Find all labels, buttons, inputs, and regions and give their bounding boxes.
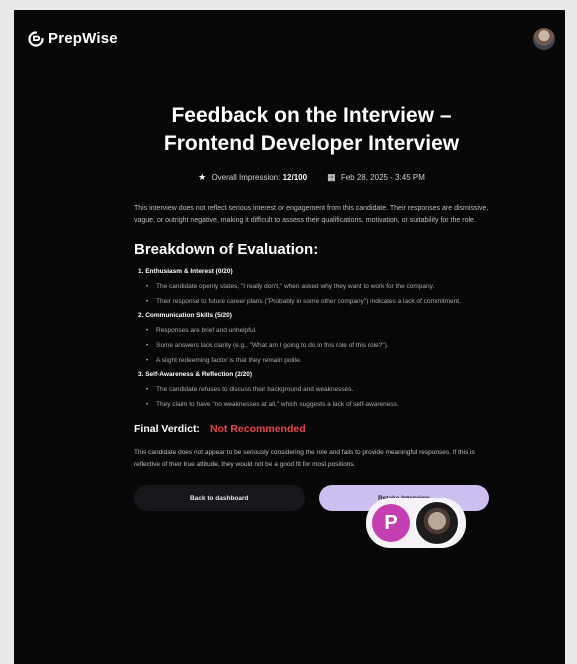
page-title: Feedback on the Interview – Frontend Dev…: [134, 90, 489, 158]
calendar-icon: ▦: [327, 172, 336, 182]
page-title-line-1: Feedback on the Interview –: [171, 104, 452, 127]
verdict-explanation: This candidate does not appear to be ser…: [134, 449, 475, 468]
bullet-item: The candidate refuses to discuss their b…: [134, 384, 489, 396]
page-title-line-2: Frontend Developer Interview: [163, 132, 460, 155]
interview-date: ▦ Feb 28, 2025 - 3:45 PM: [327, 172, 425, 183]
category-title: 1. Enthusiasm & Interest (0/20): [138, 268, 233, 275]
category-title: 3. Self-Awareness & Reflection (2/20): [138, 371, 253, 378]
bullet-item: Some answers lack clarity (e.g., "What a…: [134, 340, 489, 352]
date-value: Feb 28, 2025 - 3:45 PM: [340, 173, 425, 182]
bullet-item: Responses are brief and unhelpful.: [134, 325, 489, 337]
verdict-label: Final Verdict:: [134, 423, 200, 435]
logo-icon: [28, 30, 44, 47]
impression-label: Overall Impression:: [211, 173, 281, 182]
category-bullets: Responses are brief and unhelpful. Some …: [134, 325, 489, 367]
bullet-item: They claim to have "no weaknesses at all…: [134, 399, 489, 411]
intro-summary: This interview does not reflect serious …: [134, 205, 489, 224]
breakdown-heading: Breakdown of Evaluation:: [134, 241, 319, 258]
final-verdict: Final Verdict: Not Recommended: [134, 423, 489, 435]
impression-score: ★ Overall Impression: 12/100: [198, 172, 307, 183]
bullet-item: The candidate openly states, "I really d…: [134, 281, 489, 293]
feedback-panel: Feedback on the Interview – Frontend Dev…: [134, 90, 489, 511]
app-logo[interactable]: PrepWise: [28, 30, 118, 47]
app-window: PrepWise Feedback on the Interview – Fro…: [14, 10, 565, 664]
profile-avatar[interactable]: [533, 28, 555, 50]
evaluation-list: 1. Enthusiasm & Interest (0/20) The cand…: [134, 268, 489, 411]
app-name: PrepWise: [48, 30, 118, 47]
category-title: 2. Communication Skills (5/20): [138, 312, 232, 319]
category-bullets: The candidate openly states, "I really d…: [134, 281, 489, 308]
verdict-value: Not Recommended: [209, 423, 306, 435]
bullet-item: A slight redeeming factor is that they r…: [134, 355, 489, 367]
back-to-dashboard-button[interactable]: Back to dashboard: [134, 485, 305, 511]
camera-feed-avatar: [414, 500, 460, 546]
participant-avatar: P: [372, 504, 410, 542]
bullet-item: Their response to future career plans ("…: [134, 296, 489, 308]
video-call-overlay[interactable]: P: [366, 498, 466, 548]
top-navbar: PrepWise: [14, 10, 565, 60]
interview-meta: ★ Overall Impression: 12/100 ▦ Feb 28, 2…: [134, 172, 489, 183]
star-icon: ★: [198, 172, 207, 182]
category-bullets: The candidate refuses to discuss their b…: [134, 384, 489, 411]
impression-value: 12/100: [282, 173, 308, 182]
